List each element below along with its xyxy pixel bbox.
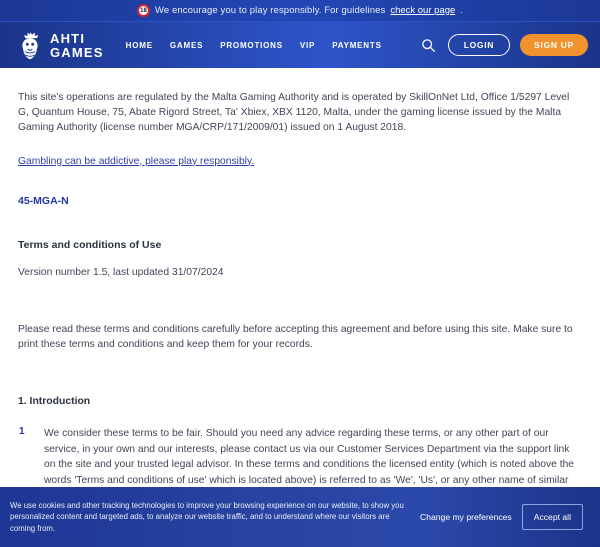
responsible-gaming-period: . [460,5,464,16]
brand-line-2: GAMES [50,44,104,60]
read-notice: Please read these terms and conditions c… [18,323,573,351]
version-line: Version number 1.5, last updated 31/07/2… [18,266,224,278]
change-preferences-button[interactable]: Change my preferences [420,512,512,522]
nav-item-games[interactable]: GAMES [170,41,203,50]
search-icon [422,38,436,52]
mga-licence-code: 45-MGA-N [18,194,69,207]
header-actions: LOGIN SIGN UP [420,34,588,56]
accept-all-button[interactable]: Accept all [521,504,583,530]
cookie-consent-text: We use cookies and other tracking techno… [10,500,404,533]
nav-item-home[interactable]: HOME [126,41,153,50]
site-header: AHTI GAMES HOME GAMES PROMOTIONS VIP PAY… [0,22,600,68]
nav-item-vip[interactable]: VIP [300,41,315,50]
license-paragraph: This site's operations are regulated by … [18,92,570,134]
nav-item-payments[interactable]: PAYMENTS [332,41,382,50]
search-button[interactable] [420,36,438,54]
check-our-page-link[interactable]: check our page [390,5,455,16]
nav-item-promotions[interactable]: PROMOTIONS [220,41,283,50]
page-root: 18 We encourage you to play responsibly.… [0,0,600,547]
main-navigation: HOME GAMES PROMOTIONS VIP PAYMENTS [126,41,382,50]
login-button[interactable]: LOGIN [447,34,511,56]
cookie-consent-bar: We use cookies and other tracking techno… [0,487,600,547]
brand-logo[interactable]: AHTI GAMES [16,30,104,60]
section-heading-introduction: 1. Introduction [18,396,91,408]
age-18-icon: 18 [136,4,150,17]
signup-button[interactable]: SIGN UP [520,34,588,56]
page-content: This site's operations are regulated by … [0,68,600,547]
ahti-crowned-head-logo-icon [22,32,38,60]
responsible-gambling-link[interactable]: Gambling can be addictive, please play r… [18,156,254,167]
responsible-gaming-banner: 18 We encourage you to play responsibly.… [0,0,600,22]
brand-wordmark: AHTI GAMES [50,32,104,59]
terms-title: Terms and conditions of Use [18,238,162,251]
responsible-gaming-message: We encourage you to play responsibly. Fo… [154,5,386,16]
brand-line-1: AHTI [50,30,86,46]
